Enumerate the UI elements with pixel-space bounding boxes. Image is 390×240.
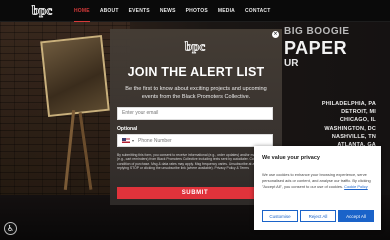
site-header: bpc HOME ABOUT EVENTS NEWS PHOTOS MEDIA … <box>0 0 390 22</box>
reject-all-button[interactable]: Reject All <box>300 210 336 222</box>
painting-image <box>40 34 110 118</box>
phone-field[interactable]: ▾ Phone Number <box>117 134 273 147</box>
nav-home[interactable]: HOME <box>74 0 90 22</box>
svg-text:bpc: bpc <box>185 39 205 54</box>
accessibility-icon[interactable]: ♿ <box>4 222 17 235</box>
nav-contact[interactable]: CONTACT <box>245 0 270 22</box>
main-nav: HOME ABOUT EVENTS NEWS PHOTOS MEDIA CONT… <box>74 0 280 22</box>
cookie-policy-link[interactable]: Cookie Policy <box>344 184 368 189</box>
hero-title-line2: PAPER <box>284 38 348 58</box>
accept-all-button[interactable]: Accept All <box>338 210 374 222</box>
chevron-down-icon[interactable]: ▾ <box>132 138 134 143</box>
optional-label: Optional <box>117 126 138 132</box>
phone-placeholder: Phone Number <box>138 137 172 144</box>
cookie-title: We value your privacy <box>262 155 320 161</box>
cookie-body: We use cookies to enhance your browsing … <box>262 172 374 189</box>
modal-bpc-logo: bpc <box>184 38 205 54</box>
nav-news[interactable]: NEWS <box>160 0 176 22</box>
page: BIG BOOGIE PAPER UR PHILADELPHIA, PA DET… <box>0 0 390 240</box>
bpc-logo[interactable]: bpc <box>27 2 57 19</box>
svg-text:bpc: bpc <box>32 3 52 18</box>
email-field[interactable]: Enter your email <box>117 107 273 120</box>
tour-city: WASHINGTON, DC <box>324 125 376 132</box>
tour-city: NASHVILLE, TN <box>331 133 376 140</box>
tour-city: DETROIT, MI <box>341 109 376 116</box>
us-flag-icon[interactable] <box>122 138 130 143</box>
close-icon[interactable]: × <box>272 31 279 38</box>
modal-title: JOIN THE ALERT LIST <box>127 65 265 79</box>
nav-photos[interactable]: PHOTOS <box>186 0 208 22</box>
hero-title-line1: BIG BOOGIE <box>284 26 350 37</box>
customise-button[interactable]: Customise <box>262 210 298 222</box>
tour-city: PHILADELPHIA, PA <box>321 101 376 107</box>
submit-button[interactable]: SUBMIT <box>117 187 273 199</box>
hero-title-line3: UR <box>284 58 299 69</box>
nav-about[interactable]: ABOUT <box>100 0 119 22</box>
nav-media[interactable]: MEDIA <box>218 0 235 22</box>
legal-disclaimer: By submitting this form, you consent to … <box>117 153 274 170</box>
modal-subtitle: Be the first to know about exciting proj… <box>125 86 267 100</box>
tour-city-list: PHILADELPHIA, PA DETROIT, MI CHICAGO, IL… <box>322 100 376 149</box>
nav-events[interactable]: EVENTS <box>129 0 150 22</box>
tour-city: CHICAGO, IL <box>339 117 376 124</box>
